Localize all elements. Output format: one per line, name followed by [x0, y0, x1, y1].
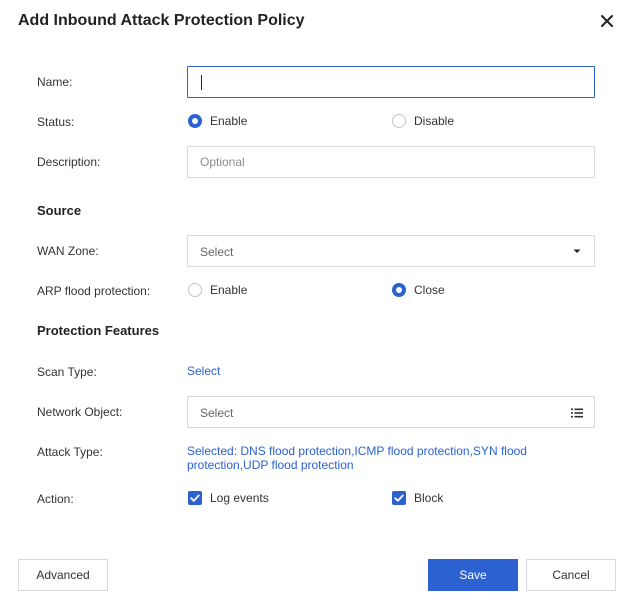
status-enable-radio[interactable]: Enable — [188, 114, 247, 128]
dialog-title: Add Inbound Attack Protection Policy — [18, 12, 305, 29]
name-label: Name: — [37, 75, 73, 89]
status-disable-label: Disable — [414, 114, 455, 128]
save-button[interactable]: Save — [428, 559, 518, 591]
radio-checked-icon — [392, 283, 406, 297]
arp-enable-radio[interactable]: Enable — [188, 283, 247, 297]
wan-zone-placeholder: Select — [200, 245, 234, 259]
scan-type-label: Scan Type: — [37, 365, 97, 379]
network-object-label: Network Object: — [37, 405, 123, 419]
scan-type-select-link[interactable]: Select — [187, 364, 220, 378]
radio-unchecked-icon — [188, 283, 202, 297]
status-disable-radio[interactable]: Disable — [392, 114, 454, 128]
arp-close-label: Close — [414, 283, 445, 297]
log-events-label: Log events — [210, 491, 269, 505]
add-policy-dialog: Add Inbound Attack Protection Policy Nam… — [0, 0, 633, 605]
block-label: Block — [414, 491, 444, 505]
arp-flood-label: ARP flood protection: — [37, 284, 151, 298]
network-object-select[interactable]: Select — [187, 396, 595, 428]
caret-down-icon — [573, 249, 581, 253]
checkbox-checked-icon — [392, 491, 406, 505]
protection-section-title: Protection Features — [37, 323, 160, 338]
log-events-checkbox[interactable]: Log events — [188, 491, 269, 505]
arp-close-radio[interactable]: Close — [392, 283, 445, 297]
status-enable-label: Enable — [210, 114, 248, 128]
source-section-title: Source — [37, 203, 82, 218]
block-checkbox[interactable]: Block — [392, 491, 443, 505]
radio-checked-icon — [188, 114, 202, 128]
cancel-button[interactable]: Cancel — [526, 559, 616, 591]
action-label: Action: — [37, 492, 74, 506]
description-input[interactable] — [187, 146, 595, 178]
wan-zone-label: WAN Zone: — [37, 244, 99, 258]
radio-unchecked-icon — [392, 114, 406, 128]
name-input[interactable] — [187, 66, 595, 98]
status-label: Status: — [37, 115, 75, 129]
close-icon[interactable] — [597, 11, 617, 31]
text-caret — [201, 75, 202, 90]
description-label: Description: — [37, 155, 101, 169]
wan-zone-select[interactable]: Select — [187, 235, 595, 267]
arp-enable-label: Enable — [210, 283, 248, 297]
list-icon[interactable] — [569, 405, 585, 421]
network-object-placeholder: Select — [200, 406, 234, 420]
attack-type-selected-link[interactable]: Selected: DNS flood protection,ICMP floo… — [187, 444, 547, 472]
advanced-button[interactable]: Advanced — [18, 559, 108, 591]
checkbox-checked-icon — [188, 491, 202, 505]
attack-type-label: Attack Type: — [37, 445, 103, 459]
